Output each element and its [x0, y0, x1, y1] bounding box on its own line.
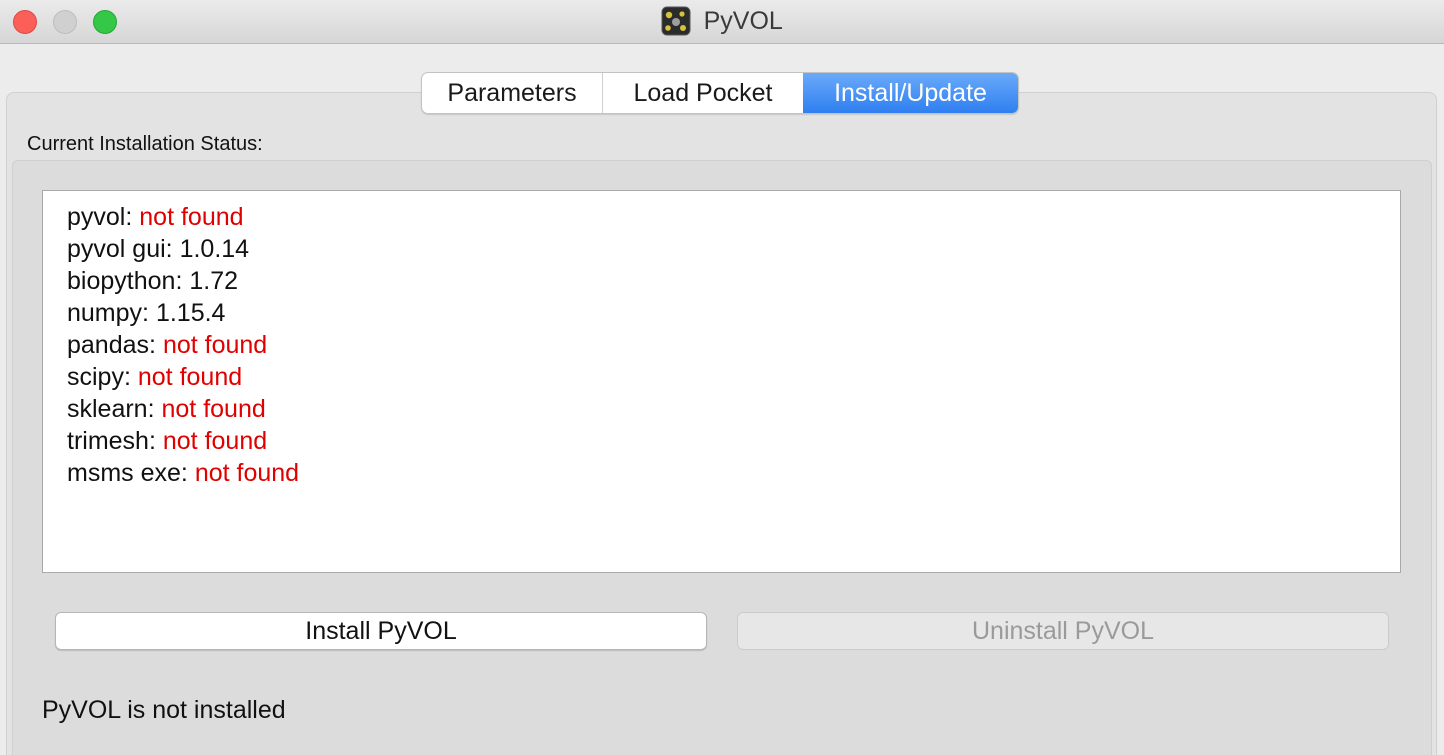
status-value: 1.0.14 [179, 235, 250, 263]
status-package-name: pandas [67, 331, 150, 359]
status-row-scipy: scipy: not found [67, 363, 243, 391]
pyvol-window: PyVOL Parameters Load Pocket Install/Upd… [0, 0, 1444, 755]
status-value: 1.15.4 [155, 299, 226, 327]
status-row-msms-exe: msms exe: not found [67, 459, 300, 487]
installation-status-list: pyvol: not found pyvol gui: 1.0.14 biopy… [42, 190, 1401, 573]
status-value: not found [162, 427, 268, 455]
tab-install-update[interactable]: Install/Update [803, 73, 1018, 113]
status-value: 1.72 [189, 267, 239, 295]
status-value: not found [161, 395, 266, 423]
install-status-message: PyVOL is not installed [42, 696, 286, 724]
tab-parameters[interactable]: Parameters [422, 73, 603, 113]
status-package-name: trimesh [67, 427, 149, 455]
status-package-name: numpy [67, 299, 143, 327]
status-value: not found [162, 331, 268, 359]
status-row-biopython: biopython: 1.72 [67, 267, 239, 295]
installation-status-label: Current Installation Status: [27, 133, 263, 155]
title-group: PyVOL [0, 6, 1444, 38]
uninstall-pyvol-button: Uninstall PyVOL [737, 612, 1389, 650]
status-value: not found [194, 459, 300, 487]
status-package-name: scipy [67, 363, 124, 391]
status-row-numpy: numpy: 1.15.4 [67, 299, 226, 327]
pyvol-app-icon [661, 6, 691, 36]
tab-load-pocket[interactable]: Load Pocket [603, 73, 803, 113]
status-row-pandas: pandas: not found [67, 331, 268, 359]
status-row-trimesh: trimesh: not found [67, 427, 268, 455]
title-bar[interactable]: PyVOL [0, 0, 1444, 44]
status-value: not found [139, 203, 244, 231]
window-title: PyVOL [703, 6, 783, 35]
status-row-pyvol: pyvol: not found [67, 203, 244, 231]
tab-bar: Parameters Load Pocket Install/Update [421, 72, 1019, 114]
status-package-name: pyvol gui [67, 235, 166, 263]
status-value: not found [137, 363, 243, 391]
status-package-name: msms exe [67, 459, 181, 487]
status-row-pyvol-gui: pyvol gui: 1.0.14 [67, 235, 250, 263]
status-package-name: biopython [67, 267, 176, 295]
status-package-name: sklearn [67, 395, 148, 423]
install-pyvol-button[interactable]: Install PyVOL [55, 612, 707, 650]
status-row-sklearn: sklearn: not found [67, 395, 266, 423]
status-package-name: pyvol [67, 203, 126, 231]
